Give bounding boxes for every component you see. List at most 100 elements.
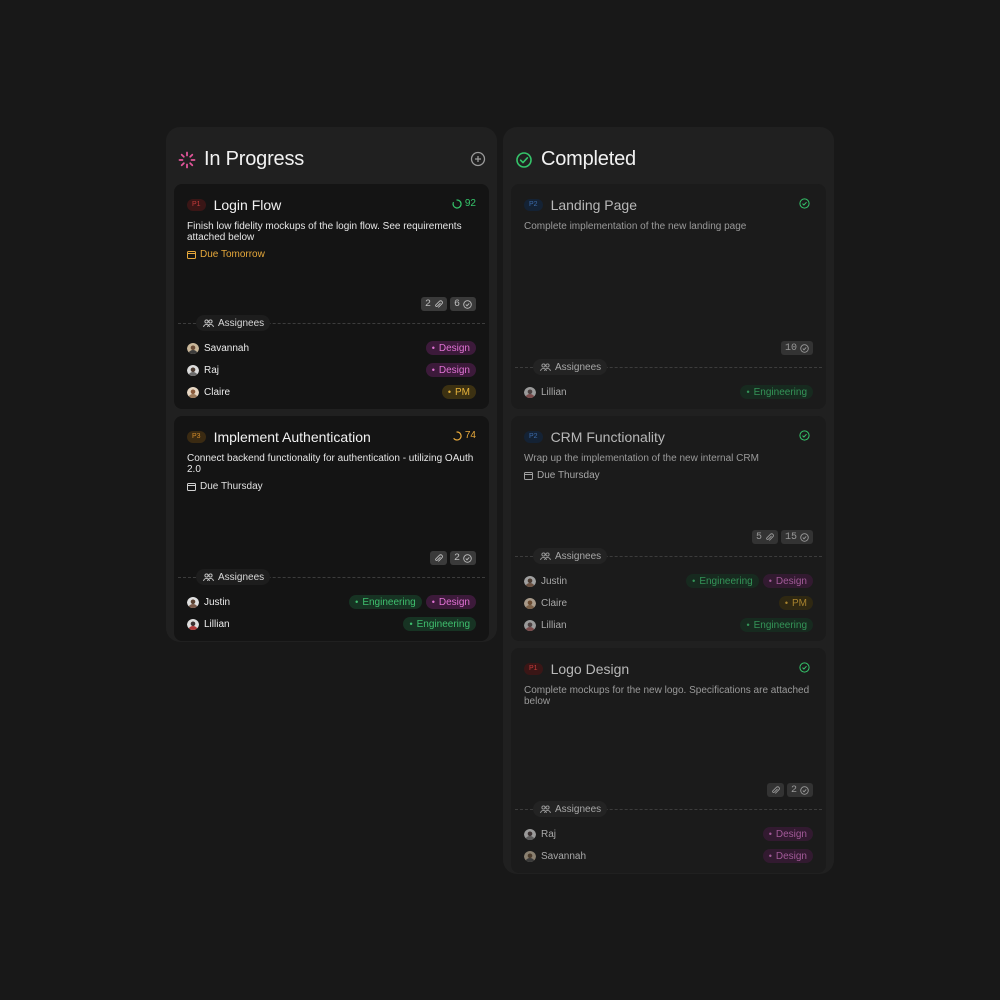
due-date: Due Thursday [187, 481, 476, 492]
avatar [524, 828, 536, 840]
progress-indicator: 74 [452, 430, 476, 441]
column-title: Completed [541, 148, 636, 170]
assignee-name: Justin [204, 596, 231, 608]
assignee-name: Lillian [541, 386, 567, 398]
assignee-name: Lillian [541, 619, 567, 631]
task-card-landing-page[interactable]: P2 Landing Page Complete implementation … [511, 184, 826, 409]
assignee-row[interactable]: Savannah Design [524, 848, 813, 864]
paperclip-icon [772, 785, 780, 794]
tag-pm[interactable]: PM [441, 385, 476, 399]
priority-badge: P3 [187, 431, 206, 443]
paperclip-icon [435, 553, 443, 562]
card-title: Login Flow [213, 197, 282, 213]
attachment-count[interactable] [429, 551, 447, 565]
assignee-row[interactable]: Savannah Design [187, 340, 476, 356]
column-title: In Progress [204, 148, 305, 170]
task-count[interactable]: 6 [449, 297, 476, 311]
card-counts: 2 [766, 783, 813, 797]
avatar [524, 597, 536, 609]
tag-design[interactable]: Design [425, 595, 476, 609]
task-card-implement-authentication[interactable]: P3 Implement Authentication 74 Connect b… [174, 416, 489, 641]
card-counts: 10 [780, 341, 813, 355]
assignee-row[interactable]: Lillian Engineering [187, 616, 476, 632]
avatar [187, 618, 199, 630]
paperclip-icon [766, 532, 774, 541]
attachment-count[interactable]: 5 [751, 530, 778, 544]
avatar [187, 364, 199, 376]
progress-ring-icon [452, 198, 462, 209]
attachment-count[interactable] [766, 783, 784, 797]
avatar [187, 596, 199, 608]
priority-badge: P2 [524, 199, 543, 211]
due-date: Due Tomorrow [187, 249, 476, 260]
completed-indicator [799, 430, 813, 441]
check-circle-icon [800, 532, 809, 542]
avatar [524, 850, 536, 862]
plus-circle-icon [470, 151, 486, 167]
assignee-row[interactable]: Claire PM [187, 384, 476, 400]
assignee-row[interactable]: Lillian Engineering [524, 384, 813, 400]
users-icon [203, 572, 214, 581]
card-title: CRM Functionality [550, 429, 665, 445]
add-card-button[interactable] [469, 150, 487, 168]
tag-design[interactable]: Design [762, 574, 813, 588]
card-description: Connect backend functionality for authen… [187, 453, 474, 475]
attachment-count[interactable]: 2 [420, 297, 447, 311]
avatar [187, 342, 199, 354]
card-title: Logo Design [550, 661, 630, 677]
column-header: Completed [511, 135, 826, 184]
task-card-login-flow[interactable]: P1 Login Flow 92 Finish low fidelity moc… [174, 184, 489, 409]
paperclip-icon [435, 299, 443, 308]
check-circle-icon [463, 553, 472, 563]
assignee-name: Savannah [204, 342, 250, 354]
tag-engineering[interactable]: Engineering [403, 617, 476, 631]
assignee-row[interactable]: Lillian Engineering [524, 617, 813, 633]
task-count[interactable]: 15 [780, 530, 813, 544]
assignee-row[interactable]: Justin Engineering Design [187, 594, 476, 610]
avatar [524, 386, 536, 398]
calendar-icon [187, 483, 196, 491]
users-icon [540, 551, 551, 560]
tag-design[interactable]: Design [762, 849, 813, 863]
avatar [187, 386, 199, 398]
spinner-icon [178, 151, 196, 169]
task-count[interactable]: 2 [449, 551, 476, 565]
assignee-name: Raj [204, 364, 220, 376]
tag-engineering[interactable]: Engineering [740, 618, 813, 632]
assignee-row[interactable]: Claire PM [524, 595, 813, 611]
tag-design[interactable]: Design [425, 363, 476, 377]
task-count[interactable]: 10 [780, 341, 813, 355]
priority-badge: P1 [524, 663, 543, 675]
priority-badge: P2 [524, 431, 543, 443]
tag-design[interactable]: Design [425, 341, 476, 355]
column-header: In Progress [174, 135, 489, 184]
tag-design[interactable]: Design [762, 827, 813, 841]
card-description: Complete implementation of the new landi… [524, 221, 747, 232]
check-circle-icon [463, 299, 472, 309]
assignee-name: Savannah [541, 850, 587, 862]
users-icon [203, 318, 214, 327]
check-circle-icon [800, 785, 809, 795]
progress-indicator: 92 [452, 198, 476, 209]
tag-engineering[interactable]: Engineering [740, 385, 813, 399]
column-in-progress: In Progress P1 Login Flow 92 Finish low … [166, 127, 497, 642]
avatar [524, 575, 536, 587]
completed-indicator [799, 198, 813, 209]
assignee-row[interactable]: Raj Design [187, 362, 476, 378]
assignee-name: Claire [541, 597, 568, 609]
progress-ring-icon [453, 430, 462, 441]
due-date: Due Thursday [524, 470, 813, 481]
tag-pm[interactable]: PM [778, 596, 813, 610]
tag-engineering[interactable]: Engineering [349, 595, 422, 609]
task-count[interactable]: 2 [786, 783, 813, 797]
card-title: Landing Page [550, 197, 637, 213]
users-icon [540, 804, 551, 813]
assignees-label: Assignees [533, 801, 608, 817]
task-card-logo-design[interactable]: P1 Logo Design Complete mockups for the … [511, 648, 826, 873]
tag-engineering[interactable]: Engineering [686, 574, 759, 588]
check-circle-icon [800, 343, 809, 353]
assignee-row[interactable]: Justin Engineering Design [524, 573, 813, 589]
avatar [524, 619, 536, 631]
assignee-row[interactable]: Raj Design [524, 826, 813, 842]
task-card-crm-functionality[interactable]: P2 CRM Functionality Wrap up the impleme… [511, 416, 826, 641]
